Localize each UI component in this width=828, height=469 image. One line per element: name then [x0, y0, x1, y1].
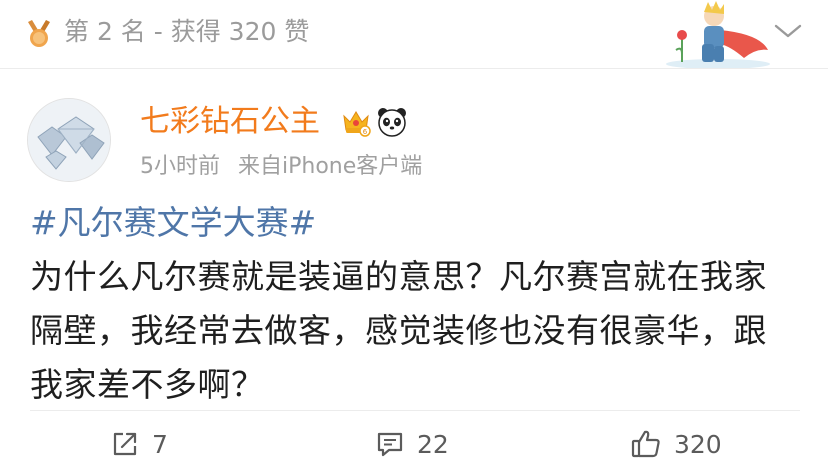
comment-icon — [377, 432, 403, 457]
comment-button[interactable]: 22 — [375, 424, 449, 464]
rank-text: 第 2 名 - 获得 320 赞 — [64, 17, 310, 46]
avatar[interactable] — [27, 98, 111, 182]
share-count: 7 — [152, 429, 168, 459]
top-divider — [0, 68, 828, 69]
medal-icon — [28, 20, 50, 47]
chevron-down-icon[interactable] — [773, 20, 803, 42]
content-line: 我家差不多啊？ — [30, 365, 265, 404]
content-line: 为什么凡尔赛就是装逼的意思？凡尔赛宫就在我家 — [30, 257, 767, 296]
share-icon — [113, 432, 137, 456]
little-prince-illustration — [666, 1, 770, 68]
comment-count: 22 — [417, 429, 449, 459]
thumbs-up-icon — [631, 430, 660, 458]
panda-badge-icon[interactable] — [376, 106, 408, 138]
post-source: 来自iPhone客户端 — [238, 154, 423, 179]
content-line: 隔壁，我经常去做客，感觉装修也没有很豪华，跟 — [30, 311, 767, 350]
like-count: 320 — [674, 429, 722, 459]
like-button[interactable]: 320 — [630, 424, 722, 464]
post-time: 5小时前 — [140, 154, 220, 179]
username[interactable]: 七彩钻石公主 — [140, 102, 320, 142]
share-button[interactable]: 7 — [110, 424, 168, 464]
action-divider — [30, 410, 800, 411]
crown-badge-icon[interactable]: 6 — [340, 106, 372, 138]
svg-text:6: 6 — [363, 128, 368, 136]
post-meta: 5小时前 来自iPhone客户端 — [140, 152, 422, 182]
diamond-avatar-image — [28, 99, 110, 181]
post-content: 为什么凡尔赛就是装逼的意思？凡尔赛宫就在我家 隔壁，我经常去做客，感觉装修也没有… — [30, 250, 810, 412]
topic-hashtag[interactable]: #凡尔赛文学大赛# — [30, 200, 316, 246]
rank-bar: 第 2 名 - 获得 320 赞 — [0, 0, 828, 68]
